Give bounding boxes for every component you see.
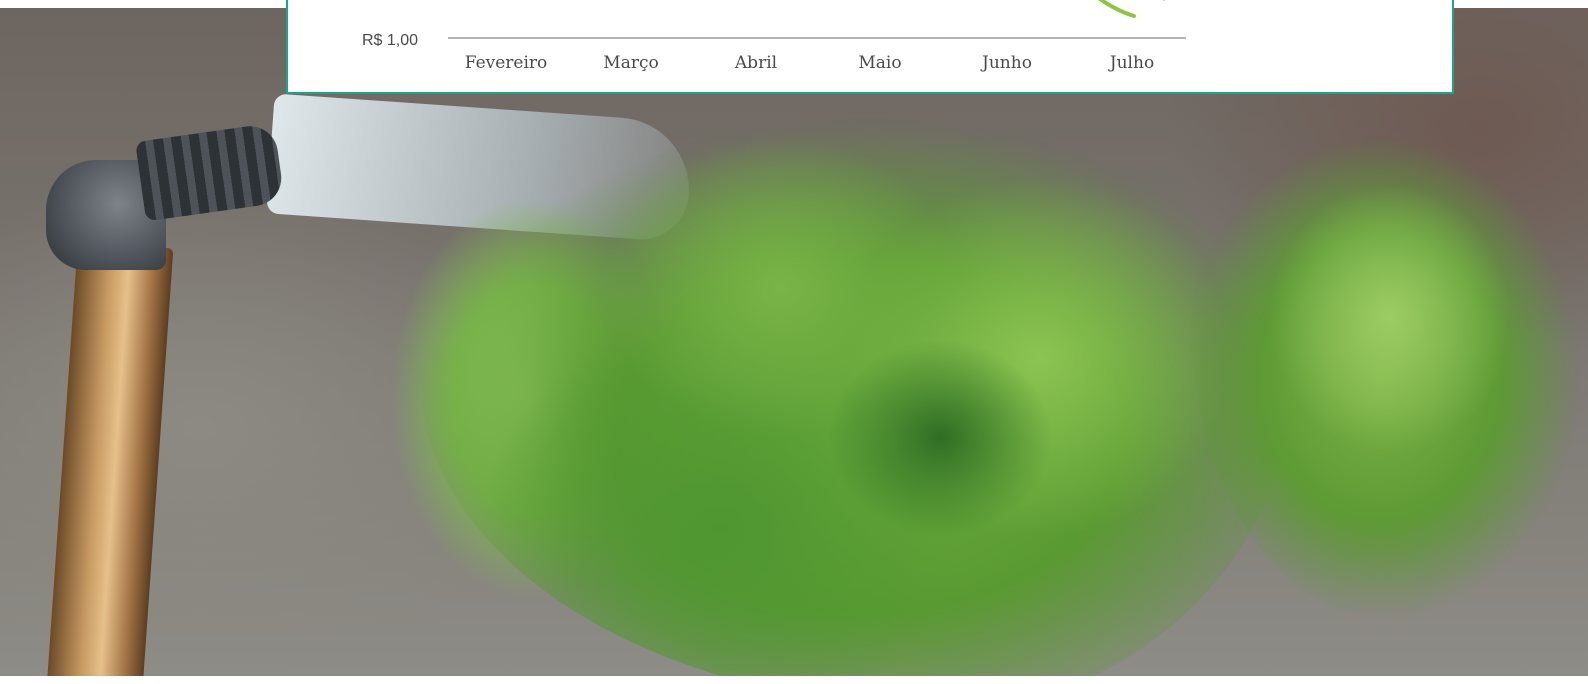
x-tick-label: Fevereiro xyxy=(464,53,548,73)
x-tick-label: Julho xyxy=(1109,53,1155,73)
x-tick-label: Março xyxy=(603,53,659,73)
x-tick-label: Junho xyxy=(982,53,1032,73)
background-photo xyxy=(0,8,1588,676)
lettuce-leaves-right xyxy=(1190,118,1580,618)
pipe-nozzle xyxy=(135,122,285,222)
lettuce-head xyxy=(420,108,1300,676)
price-series-line xyxy=(1097,0,1136,18)
bottom-margin xyxy=(0,676,1588,684)
y-tick-label: R$ 1,00 xyxy=(362,32,419,49)
x-tick-label: Abril xyxy=(734,53,778,73)
water-pipe xyxy=(46,248,174,676)
x-tick-label: Maio xyxy=(858,53,902,73)
price-chart-card: R$ 1,00 Fevereiro Março Abril Maio Junho… xyxy=(286,0,1454,94)
price-chart xyxy=(448,0,1186,39)
